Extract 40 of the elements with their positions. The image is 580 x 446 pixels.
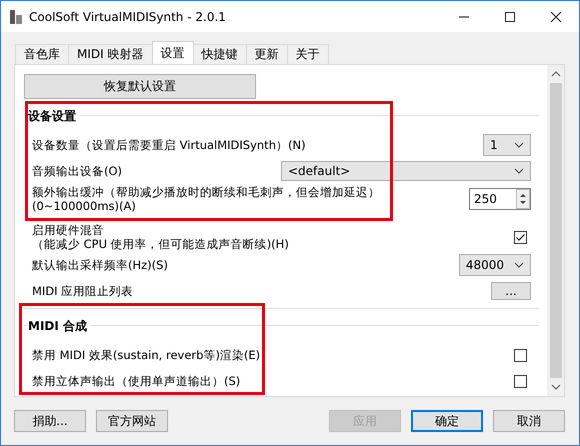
checkbox[interactable] bbox=[514, 348, 527, 362]
chevron-down-icon bbox=[514, 168, 524, 174]
setting-label: 设备数量（设置后需要重启 VirtualMIDISynth）(N) bbox=[32, 138, 307, 152]
footer-button[interactable]: 捐助... bbox=[14, 410, 86, 432]
tab[interactable]: 快捷键 bbox=[192, 44, 246, 64]
footer-button[interactable]: 确定 bbox=[411, 410, 483, 432]
chevron-down-icon bbox=[514, 142, 524, 148]
dropdown[interactable]: 48000 bbox=[458, 254, 531, 276]
app-icon bbox=[9, 8, 23, 24]
buffer-spin-field[interactable]: 250 bbox=[469, 188, 531, 210]
checkbox[interactable] bbox=[514, 230, 527, 244]
setting-label: 音频输出设备(O) bbox=[32, 164, 124, 178]
footer-button[interactable]: 官方网站 bbox=[96, 410, 168, 432]
browse-button[interactable]: ... bbox=[491, 282, 531, 300]
setting-note: （能减少 CPU 使用率，但可能造成声音断续)(H) bbox=[32, 237, 290, 251]
setting-label: 禁用立体声输出（使用单声道输出）(S) bbox=[32, 374, 242, 388]
tab[interactable]: 关于 bbox=[286, 44, 328, 64]
chevron-down-icon bbox=[514, 262, 524, 268]
setting-label: MIDI 应用阻止列表 bbox=[32, 284, 134, 298]
scrollbar[interactable] bbox=[547, 65, 564, 396]
reset-defaults-button[interactable]: 恢复默认设置 bbox=[24, 74, 256, 99]
close-icon[interactable] bbox=[550, 10, 562, 22]
window-title: CoolSoft VirtualMIDISynth - 2.0.1 bbox=[29, 10, 226, 24]
scroll-up-icon[interactable] bbox=[550, 71, 560, 77]
dropdown[interactable]: <default> bbox=[281, 161, 531, 181]
setting-label: 禁用 MIDI 效果(sustain, reverb等)渲染(E) bbox=[32, 348, 262, 362]
setting-note: (0~100000ms)(A) bbox=[32, 199, 137, 213]
maximize-icon[interactable] bbox=[504, 10, 516, 22]
scroll-down-icon[interactable] bbox=[550, 384, 560, 390]
setting-label: 额外输出缓冲（帮助减少播放时的断续和毛刺声，但会增加延迟） bbox=[32, 185, 381, 199]
dropdown[interactable]: 1 bbox=[483, 134, 531, 156]
group-title: 设备设置 bbox=[28, 108, 80, 125]
setting-label: 默认输出采样频率(Hz)(S) bbox=[32, 258, 169, 272]
spinner-arrows-icon[interactable] bbox=[516, 189, 530, 209]
checkbox[interactable] bbox=[514, 374, 527, 388]
footer-button[interactable]: 取消 bbox=[493, 410, 565, 432]
setting-label: 启用硬件混音 bbox=[32, 223, 105, 237]
group-title: MIDI 合成 bbox=[28, 318, 92, 335]
tab[interactable]: 音色库 bbox=[15, 44, 69, 64]
tab[interactable]: 设置 bbox=[152, 41, 194, 64]
